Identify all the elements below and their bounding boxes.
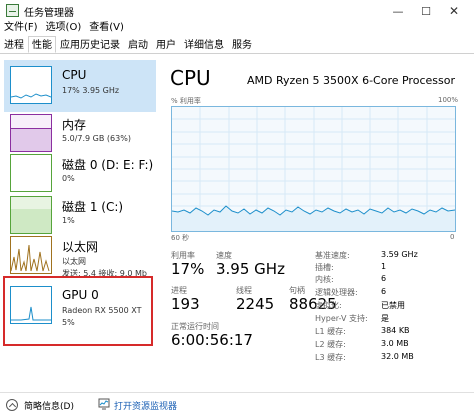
tab-details[interactable]: 详细信息 xyxy=(180,36,228,53)
spec-value: 6 xyxy=(381,287,387,296)
cpu-thumbnail-graph xyxy=(10,66,52,104)
utilization-value: 17% xyxy=(171,260,205,278)
ethernet-thumbnail-graph xyxy=(10,236,52,274)
processor-name: AMD Ryzen 5 3500X 6-Core Processor xyxy=(247,74,455,87)
chevron-up-icon[interactable] xyxy=(6,399,18,411)
page-title: CPU xyxy=(170,66,211,90)
cpu-usage-graph xyxy=(171,106,456,232)
sidebar-item-ethernet[interactable]: 以太网 以太网 发送: 5.4 接收: 9.0 Mb xyxy=(4,230,156,282)
memory-thumbnail-graph xyxy=(10,114,52,152)
tab-users[interactable]: 用户 xyxy=(152,36,180,53)
spec-label: 虚拟化: xyxy=(315,301,342,310)
close-button[interactable]: ✕ xyxy=(440,0,468,22)
spec-value: 6 xyxy=(381,274,387,283)
spec-value: 是 xyxy=(381,314,389,323)
spec-label: 基准速度: xyxy=(315,251,350,260)
maximize-button[interactable]: ☐ xyxy=(412,0,440,22)
cpu-usage-line xyxy=(171,107,456,231)
sidebar-item-detail: 0% xyxy=(62,174,75,183)
tab-services[interactable]: 服务 xyxy=(228,36,256,53)
sidebar-item-detail: 以太网 xyxy=(62,257,86,266)
gpu-highlight-annotation xyxy=(3,276,153,346)
task-manager-icon xyxy=(6,4,19,17)
uptime-value: 6:00:56:17 xyxy=(171,331,253,349)
spec-value: 3.59 GHz xyxy=(381,250,418,259)
spec-label: L3 缓存: xyxy=(315,353,346,362)
sidebar-item-detail: 1% xyxy=(62,216,75,225)
tab-bar: 进程 性能 应用历史记录 启动 用户 详细信息 服务 xyxy=(0,36,474,54)
footer-bar: 简略信息(D) 打开资源监视器 xyxy=(0,392,474,416)
processes-value: 193 xyxy=(171,295,200,313)
menu-view[interactable]: 查看(V) xyxy=(85,20,128,36)
menu-file[interactable]: 文件(F) xyxy=(0,20,42,36)
fewer-details-button[interactable]: 简略信息(D) xyxy=(24,399,74,412)
graph-axis-zero: 0 xyxy=(450,233,455,241)
sidebar-item-label: 磁盘 0 (D: E: F:) xyxy=(62,158,154,172)
sidebar-item-label: 内存 xyxy=(62,118,87,132)
sidebar-item-detail: 17% 3.95 GHz xyxy=(62,86,120,95)
sidebar-item-label: 以太网 xyxy=(62,240,99,254)
spec-label: 内核: xyxy=(315,275,334,284)
window-title: 任务管理器 xyxy=(24,8,74,19)
spec-value: 1 xyxy=(381,262,387,271)
graph-label-utilization: % 利用率 xyxy=(171,97,201,105)
spec-label: L2 缓存: xyxy=(315,340,346,349)
sidebar-item-detail: 5.0/7.9 GB (63%) xyxy=(62,134,131,143)
graph-label-max: 100% xyxy=(438,96,459,104)
graph-axis-time: 60 秒 xyxy=(171,234,190,242)
spec-label: L1 缓存: xyxy=(315,327,346,336)
sidebar-item-cpu[interactable]: CPU 17% 3.95 GHz xyxy=(4,60,156,112)
title-bar: 任务管理器 — ☐ ✕ xyxy=(0,0,474,22)
disk-thumbnail-graph xyxy=(10,196,52,234)
sidebar-item-label: 磁盘 1 (C:) xyxy=(62,200,124,214)
tab-startup[interactable]: 启动 xyxy=(124,36,152,53)
disk-thumbnail-graph xyxy=(10,154,52,192)
spec-value: 已禁用 xyxy=(381,301,405,310)
spec-value: 384 KB xyxy=(381,326,410,335)
tab-app-history[interactable]: 应用历史记录 xyxy=(56,36,124,53)
sidebar-item-label: CPU xyxy=(62,68,87,82)
speed-value: 3.95 GHz xyxy=(216,260,285,278)
open-resource-monitor-link[interactable]: 打开资源监视器 xyxy=(114,399,177,412)
spec-value: 3.0 MB xyxy=(381,339,409,348)
tab-performance[interactable]: 性能 xyxy=(28,36,56,53)
tab-processes[interactable]: 进程 xyxy=(0,36,28,53)
spec-label: 插槽: xyxy=(315,263,334,272)
menu-options[interactable]: 选项(O) xyxy=(42,20,86,36)
spec-value: 32.0 MB xyxy=(381,352,414,361)
menu-bar: 文件(F) 选项(O) 查看(V) xyxy=(0,20,128,36)
resource-monitor-icon xyxy=(98,398,110,410)
spec-label: 逻辑处理器: xyxy=(315,288,358,297)
spec-label: Hyper-V 支持: xyxy=(315,314,368,323)
threads-value: 2245 xyxy=(236,295,275,313)
minimize-button[interactable]: — xyxy=(384,0,412,22)
